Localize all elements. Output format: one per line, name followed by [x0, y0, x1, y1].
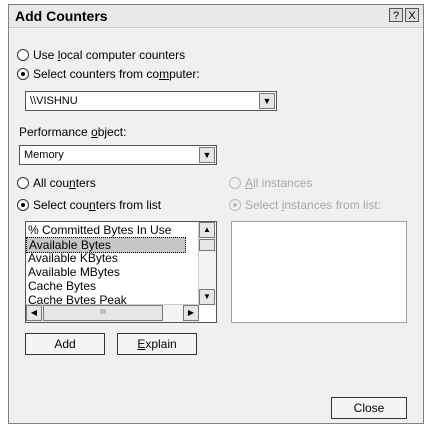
list-item[interactable]: Available MBytes [28, 265, 120, 279]
horizontal-scroll-thumb[interactable]: III [43, 305, 163, 321]
chevron-down-icon[interactable]: ▼ [199, 147, 215, 163]
all-instances-label[interactable]: All instances [245, 176, 312, 190]
close-button[interactable]: Close [331, 397, 407, 419]
scroll-up-icon[interactable]: ▲ [199, 222, 215, 238]
computer-counters-label[interactable]: Select counters from computer: [33, 67, 200, 81]
computer-counters-radio[interactable] [17, 68, 29, 80]
list-counters-radio[interactable] [17, 199, 29, 211]
performance-object-select[interactable]: Memory ▼ [19, 145, 217, 165]
vertical-scroll-thumb[interactable] [199, 239, 215, 251]
vertical-scrollbar[interactable]: ▲ ▼ [198, 222, 216, 305]
explain-button[interactable]: Explain [117, 333, 197, 355]
performance-object-label: Performance object: [19, 125, 127, 139]
counters-list[interactable]: % Committed Bytes In Use Available Bytes… [25, 221, 217, 323]
instances-list[interactable] [231, 221, 407, 323]
computer-select[interactable]: \\VISHNU ▼ [25, 91, 277, 111]
close-icon[interactable]: X [405, 8, 419, 22]
list-counters-label[interactable]: Select counters from list [33, 198, 161, 212]
list-item[interactable]: Cache Bytes [28, 279, 96, 293]
performance-object-value: Memory [24, 149, 64, 161]
chevron-down-icon[interactable]: ▼ [259, 93, 275, 109]
title-bar: Add Counters ? X [9, 5, 423, 28]
help-icon[interactable]: ? [389, 8, 403, 22]
dialog-title: Add Counters [15, 8, 108, 24]
list-instances-radio[interactable] [229, 199, 241, 211]
all-counters-radio[interactable] [17, 177, 29, 189]
local-counters-label[interactable]: Use local computer counters [33, 48, 185, 62]
local-counters-radio[interactable] [17, 49, 29, 61]
scroll-down-icon[interactable]: ▼ [199, 289, 215, 305]
all-instances-radio[interactable] [229, 177, 241, 189]
computer-value: \\VISHNU [30, 95, 78, 107]
list-item[interactable]: Available KBytes [28, 251, 118, 265]
horizontal-scrollbar[interactable]: ◀ III ▶ [26, 304, 199, 322]
add-counters-dialog: Add Counters ? X Use local computer coun… [8, 4, 424, 424]
list-instances-label[interactable]: Select instances from list: [245, 198, 381, 212]
add-button[interactable]: Add [25, 333, 105, 355]
list-item[interactable]: % Committed Bytes In Use [28, 223, 171, 237]
scroll-left-icon[interactable]: ◀ [26, 305, 42, 321]
scroll-right-icon[interactable]: ▶ [183, 305, 199, 321]
all-counters-label[interactable]: All counters [33, 176, 96, 190]
